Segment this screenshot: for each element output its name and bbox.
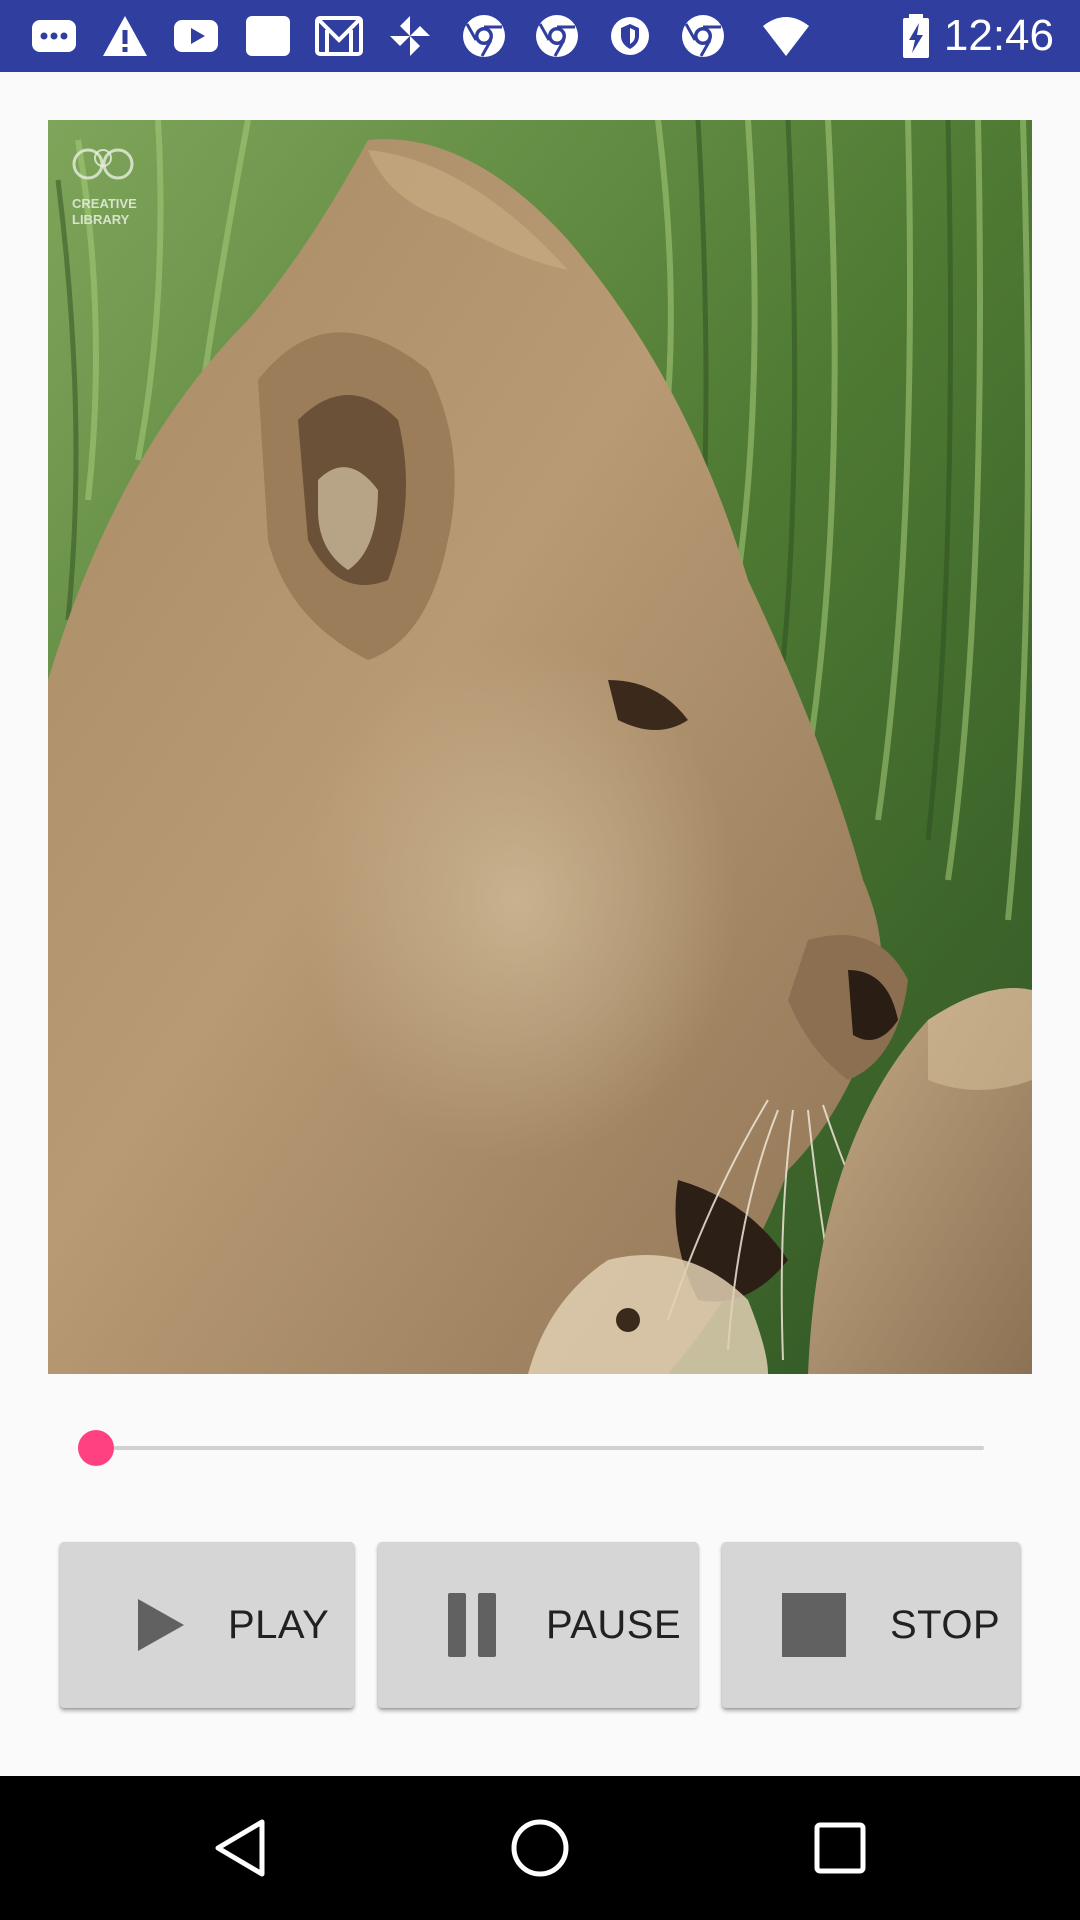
lioness-video-frame xyxy=(48,120,1032,1374)
navigation-bar xyxy=(0,1776,1080,1920)
clock: 12:46 xyxy=(943,11,1054,60)
seek-bar[interactable] xyxy=(72,1424,992,1472)
status-bar: 12:46 xyxy=(0,0,1080,72)
chat-icon xyxy=(30,12,78,60)
creative-library-watermark: CREATIVE LIBRARY xyxy=(70,142,138,242)
battery-charging-icon xyxy=(892,12,940,60)
youtube-icon xyxy=(172,12,220,60)
warning-icon xyxy=(101,12,149,60)
video-view[interactable]: CREATIVE LIBRARY xyxy=(48,120,1032,1374)
shield-icon xyxy=(606,12,654,60)
pause-icon xyxy=(440,1593,504,1657)
stop-label: STOP xyxy=(890,1603,1001,1647)
pinwheel-icon xyxy=(386,12,434,60)
pause-button[interactable]: PAUSE xyxy=(378,1542,698,1708)
seek-track[interactable] xyxy=(96,1446,984,1450)
home-icon[interactable] xyxy=(500,1808,580,1888)
play-label: PLAY xyxy=(228,1603,330,1647)
seek-thumb[interactable] xyxy=(78,1430,114,1466)
svg-text:CREATIVE: CREATIVE xyxy=(72,196,137,211)
back-icon[interactable] xyxy=(200,1808,280,1888)
screen: 12:46 CREATIVE LIBRARY PLAY PAUSE STOP xyxy=(0,0,1080,1920)
stop-icon xyxy=(782,1593,846,1657)
chrome-icon xyxy=(679,12,727,60)
play-button[interactable]: PLAY xyxy=(60,1542,354,1708)
stop-button[interactable]: STOP xyxy=(722,1542,1020,1708)
gmail-icon xyxy=(315,12,363,60)
svg-text:LIBRARY: LIBRARY xyxy=(72,212,130,227)
wifi-icon xyxy=(762,12,810,60)
chrome-icon xyxy=(533,12,581,60)
pause-label: PAUSE xyxy=(546,1603,682,1647)
card-icon xyxy=(244,12,292,60)
play-icon xyxy=(124,1593,188,1657)
chrome-icon xyxy=(460,12,508,60)
recents-icon[interactable] xyxy=(800,1808,880,1888)
